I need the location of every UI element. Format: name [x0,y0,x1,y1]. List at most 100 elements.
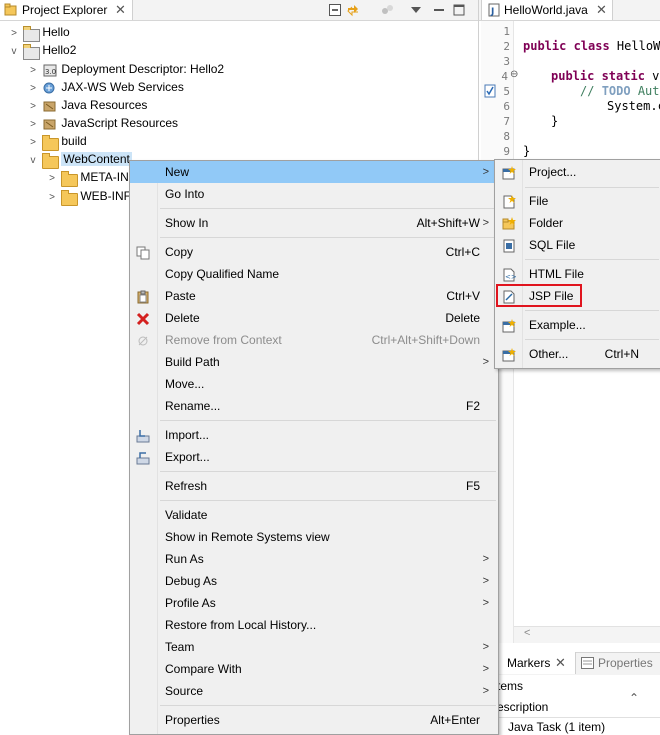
markers-header[interactable]: escription ⌃ [497,691,660,718]
submenu-arrow-icon: > [482,356,489,368]
tree-item-label: Hello2 [42,43,77,57]
code-line-4[interactable]: public static vo [551,69,660,83]
tree-item-build[interactable]: > build [27,132,87,152]
folder-open-icon [42,153,60,170]
tab-markers[interactable]: Markers ✕ [497,652,576,674]
menu-item-refresh[interactable]: Refresh F5 [130,475,498,497]
menu-separator [160,471,496,472]
submenu-item-other[interactable]: Other... Ctrl+N [495,343,660,365]
menu-item-build-path[interactable]: Build Path > [130,351,498,373]
context-menu: New > Go Into Show In Alt+Shift+W > Copy… [129,160,499,735]
tree-item-hello2[interactable]: v Hello2 [8,41,77,61]
folder-icon [61,190,79,207]
menu-item-move[interactable]: Move... [130,373,498,395]
menu-item-compare-with[interactable]: Compare With > [130,658,498,680]
menu-item-properties[interactable]: Properties Alt+Enter [130,709,498,731]
maximize-icon[interactable] [452,3,466,17]
collapse-all-icon[interactable] [328,3,342,17]
submenu-item-html-file[interactable]: <> HTML File [495,263,660,285]
java-file-icon: J [488,3,500,20]
menu-item-profile-as[interactable]: Profile As > [130,592,498,614]
tree-item-javascript-resources[interactable]: > JavaScript Resources [27,114,178,132]
chevron-right-icon[interactable]: > [46,189,58,207]
tree-item-deployment-descriptor[interactable]: > 3.0 Deployment Descriptor: Hello2 [27,60,224,78]
sort-up-icon[interactable]: ⌃ [629,691,639,705]
submenu-item-folder[interactable]: Folder [495,212,660,234]
scroll-left-icon[interactable]: < [524,627,530,639]
menu-item-validate[interactable]: Validate [130,504,498,526]
line-number: 1 [503,25,510,38]
submenu-arrow-icon: > [482,217,489,229]
menu-separator [525,259,659,260]
code-line-6[interactable]: System.c [607,99,660,113]
tab-properties[interactable]: Properties [578,652,660,674]
menu-item-team[interactable]: Team > [130,636,498,658]
chevron-down-icon[interactable]: v [8,43,20,61]
code-line-7[interactable]: } [551,114,558,128]
submenu-item-example[interactable]: Example... [495,314,660,336]
tree-item-label: Hello [42,25,70,39]
submenu-arrow-icon: > [482,663,489,675]
close-icon[interactable]: ✕ [115,2,126,18]
code-line-2[interactable]: public class HelloWo [523,39,660,53]
project-explorer-icon [4,3,17,16]
menu-separator [160,208,496,209]
line-number: 4 [501,70,508,83]
tree-item-jaxws[interactable]: > JAX-WS Web Services [27,78,184,96]
menu-item-source[interactable]: Source > [130,680,498,702]
menu-item-run-as[interactable]: Run As > [130,548,498,570]
filter-icon[interactable] [380,3,394,17]
minimize-icon[interactable] [432,3,446,17]
menu-item-show-in-remote-systems[interactable]: Show in Remote Systems view [130,526,498,548]
link-with-editor-icon[interactable] [346,3,360,17]
folder-icon [61,171,79,188]
menu-item-remove-from-context[interactable]: Remove from Context Ctrl+Alt+Shift+Down [130,329,498,351]
markers-tab-label: Markers [507,656,551,670]
chevron-right-icon[interactable]: > [46,170,58,188]
tree-item-webcontent[interactable]: v WebContent [27,150,132,170]
copy-icon [136,245,150,260]
project-explorer-title: Project Explorer [22,3,108,17]
menu-item-delete[interactable]: Delete Delete [130,307,498,329]
menu-item-import[interactable]: Import... [130,424,498,446]
highlight-callout-box [496,284,582,307]
project-explorer-tab[interactable]: Project Explorer ✕ [0,0,133,20]
close-icon[interactable]: ✕ [555,655,566,671]
project-icon [23,26,41,43]
menu-item-debug-as[interactable]: Debug As > [130,570,498,592]
line-number: 9 [503,145,510,158]
submenu-item-file[interactable]: File [495,190,660,212]
menu-item-export[interactable]: Export... [130,446,498,468]
close-icon[interactable]: ✕ [596,2,607,18]
view-menu-icon[interactable] [409,3,423,17]
tree-item-web-inf[interactable]: > WEB-INF [46,187,132,207]
tree-item-meta-inf[interactable]: > META-IN [46,168,129,188]
submenu-arrow-icon: > [482,685,489,697]
menu-item-copy[interactable]: Copy Ctrl+C [130,241,498,263]
menu-item-go-into[interactable]: Go Into [130,183,498,205]
code-line-5[interactable]: // TODO Auto [580,84,660,98]
line-number: 8 [503,130,510,143]
menu-item-new[interactable]: New > [130,161,498,183]
menu-item-paste[interactable]: Paste Ctrl+V [130,285,498,307]
menu-item-rename[interactable]: Rename... F2 [130,395,498,417]
tree-item-java-resources[interactable]: > Java Resources [27,96,147,114]
menu-item-show-in[interactable]: Show In Alt+Shift+W > [130,212,498,234]
line-number: 7 [503,115,510,128]
line-number: 3 [503,55,510,68]
fold-icon[interactable]: ⊖ [510,69,518,80]
menu-item-copy-qualified-name[interactable]: Copy Qualified Name [130,263,498,285]
properties-icon [581,657,594,672]
editor-tab-helloworld[interactable]: J HelloWorld.java ✕ [481,0,613,20]
project-icon [23,44,41,61]
tree-item-hello[interactable]: > Hello [8,23,70,43]
tree-item-label: WEB-INF [80,189,132,203]
chevron-down-icon[interactable]: v [27,152,39,170]
code-line-9[interactable]: } [523,144,530,158]
menu-item-restore-local-history[interactable]: Restore from Local History... [130,614,498,636]
submenu-item-project[interactable]: Project... [495,161,660,183]
description-column-header: escription [497,700,549,714]
submenu-item-sql-file[interactable]: SQL File [495,234,660,256]
paste-icon [136,289,150,304]
editor-horizontal-scrollbar[interactable]: < [514,626,660,643]
